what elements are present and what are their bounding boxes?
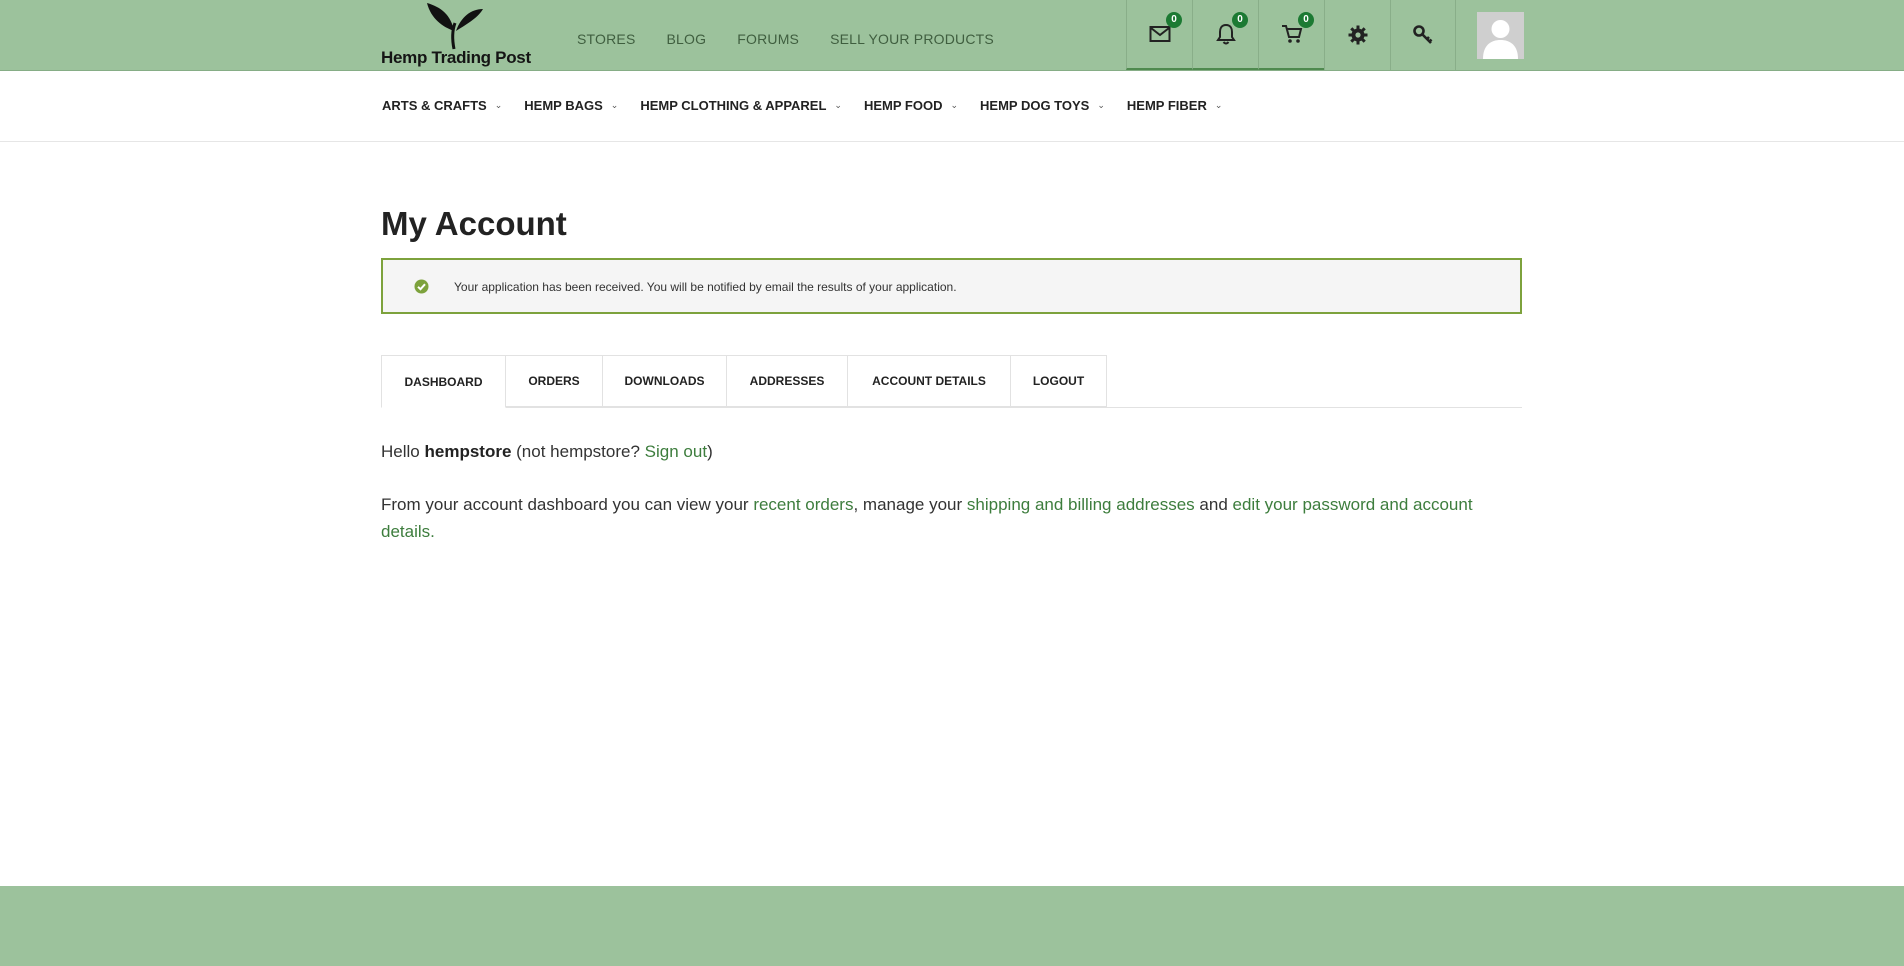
check-circle-icon [414, 279, 429, 294]
tab-downloads[interactable]: DOWNLOADS [603, 355, 727, 407]
notice-message: Your application has been received. You … [454, 280, 957, 294]
chevron-down-icon: ⌄ [950, 100, 959, 110]
dashboard-description: From your account dashboard you can view… [381, 491, 1491, 545]
category-arts-crafts[interactable]: ARTS & CRAFTS ⌄ [382, 98, 502, 113]
bell-icon [1215, 23, 1236, 45]
nav-link-sell-your-products[interactable]: SELL YOUR PRODUCTS [830, 31, 994, 47]
dashboard-intro-text: From your account dashboard you can view… [381, 495, 749, 514]
cart-count-badge: 0 [1298, 12, 1314, 28]
category-hemp-food[interactable]: HEMP FOOD ⌄ [864, 98, 958, 113]
cart-icon [1281, 25, 1302, 43]
user-avatar-icon [1483, 20, 1518, 59]
chevron-down-icon: ⌄ [1097, 100, 1105, 110]
dashboard-mid-text-2: and [1199, 495, 1228, 514]
header-icon-group: 0 0 0 [1126, 0, 1456, 70]
greeting-close: ) [707, 442, 713, 461]
addresses-link[interactable]: shipping and billing addresses [967, 495, 1195, 514]
leaf-logo-icon [427, 3, 483, 50]
account-details-link-period[interactable]: . [430, 522, 435, 541]
greeting-line: Hello hempstore (not hempstore? Sign out… [381, 438, 1491, 465]
dashboard-mid-text-1: , manage your [853, 495, 963, 514]
category-label: HEMP CLOTHING & APPAREL [640, 98, 827, 113]
logo-text: Hemp Trading Post [381, 48, 531, 67]
cart-button[interactable]: 0 [1258, 0, 1324, 70]
category-label: ARTS & CRAFTS [382, 98, 487, 113]
top-nav: STORES BLOG FORUMS SELL YOUR PRODUCTS [577, 31, 1025, 47]
dashboard-content: Hello hempstore (not hempstore? Sign out… [381, 438, 1491, 571]
category-label: HEMP BAGS [524, 98, 603, 113]
login-button[interactable] [1390, 0, 1456, 70]
category-hemp-dog-toys[interactable]: HEMP DOG TOYS ⌄ [980, 98, 1105, 113]
messages-button[interactable]: 0 [1126, 0, 1192, 70]
chevron-down-icon: ⌄ [494, 100, 503, 110]
greeting-hello: Hello [381, 442, 420, 461]
account-tabs: DASHBOARD ORDERS DOWNLOADS ADDRESSES ACC… [381, 355, 1522, 408]
notifications-count-badge: 0 [1232, 12, 1248, 28]
top-header: Hemp Trading Post STORES BLOG FORUMS SEL… [0, 0, 1904, 71]
tab-orders[interactable]: ORDERS [506, 355, 603, 407]
success-notice: Your application has been received. You … [381, 258, 1522, 314]
category-hemp-fiber[interactable]: HEMP FIBER ⌄ [1127, 98, 1222, 113]
category-hemp-clothing-apparel[interactable]: HEMP CLOTHING & APPAREL ⌄ [640, 98, 842, 113]
notifications-button[interactable]: 0 [1192, 0, 1258, 70]
sign-out-link[interactable]: Sign out [645, 442, 707, 461]
nav-link-blog[interactable]: BLOG [667, 31, 707, 47]
envelope-icon [1149, 26, 1170, 42]
tab-logout[interactable]: LOGOUT [1011, 355, 1107, 407]
tab-addresses[interactable]: ADDRESSES [727, 355, 848, 407]
gear-icon [1348, 25, 1367, 45]
category-label: HEMP FOOD [863, 98, 943, 113]
greeting-not-prefix: (not hempstore? [516, 442, 640, 461]
category-label: HEMP FIBER [1126, 98, 1207, 113]
site-logo[interactable]: Hemp Trading Post [381, 0, 546, 70]
nav-link-forums[interactable]: FORUMS [737, 31, 799, 47]
chevron-down-icon: ⌄ [610, 100, 619, 110]
site-footer [0, 886, 1904, 966]
greeting-username: hempstore [424, 442, 512, 461]
page-title: My Account [381, 205, 567, 242]
tab-dashboard[interactable]: DASHBOARD [381, 355, 506, 408]
settings-button[interactable] [1324, 0, 1390, 70]
messages-count-badge: 0 [1166, 12, 1182, 28]
category-label: HEMP DOG TOYS [980, 98, 1090, 113]
user-avatar[interactable] [1477, 12, 1524, 59]
recent-orders-link[interactable]: recent orders [753, 495, 853, 514]
tab-account-details[interactable]: ACCOUNT DETAILS [848, 355, 1011, 407]
category-nav: ARTS & CRAFTS ⌄ HEMP BAGS ⌄ HEMP CLOTHING … [0, 71, 1904, 142]
category-hemp-bags[interactable]: HEMP BAGS ⌄ [524, 98, 618, 113]
key-icon [1413, 25, 1433, 44]
nav-link-stores[interactable]: STORES [577, 31, 636, 47]
chevron-down-icon: ⌄ [1214, 100, 1223, 110]
chevron-down-icon: ⌄ [834, 100, 842, 110]
